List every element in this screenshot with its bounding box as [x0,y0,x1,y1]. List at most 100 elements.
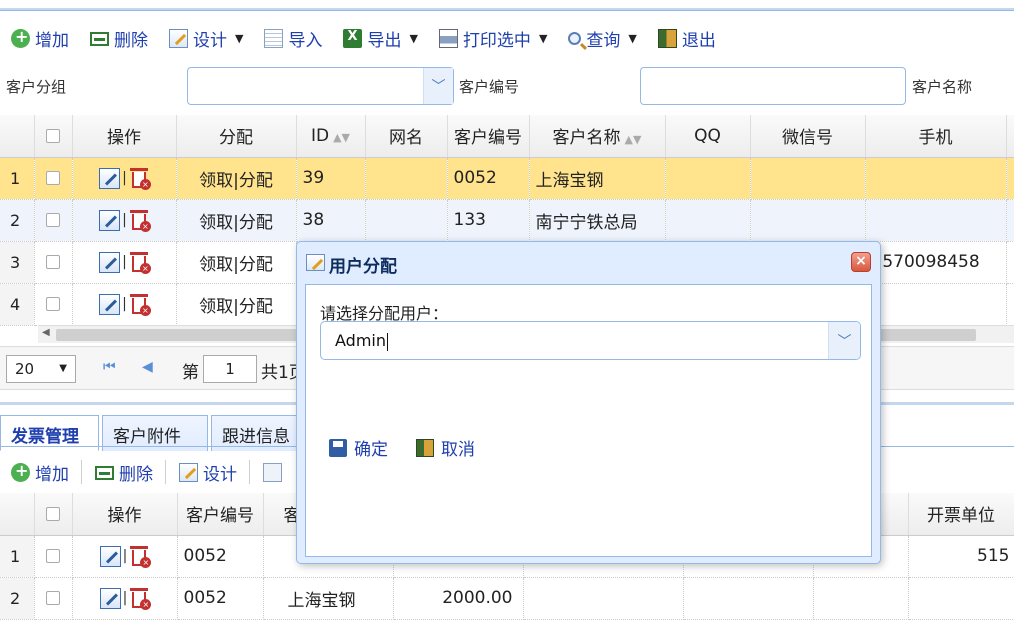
col-header-code[interactable]: 客户编号 [177,493,264,536]
text-cursor [387,332,388,351]
invoice-design-button[interactable]: 设计 [168,457,247,487]
first-page-icon[interactable]: ⏮ [103,359,116,375]
row-checkbox[interactable] [34,283,73,326]
close-button[interactable]: × [851,252,871,272]
cell-code: 0052 [177,577,264,620]
search-icon [568,31,582,45]
customer-group-select[interactable]: ﹀ [187,67,454,105]
excel-export-icon [343,28,363,48]
edit-icon[interactable] [99,545,121,567]
invoice-add-button[interactable]: 增加 [0,457,79,487]
select-all-checkbox[interactable] [34,115,73,158]
chevron-down-icon: ▼ [59,363,67,374]
col-header-nick[interactable]: 网名 [365,115,448,158]
assign-link[interactable]: 领取|分配 [176,241,297,284]
selected-user-text: Admin [335,331,386,350]
select-all-checkbox[interactable] [34,493,73,536]
row-checkbox[interactable] [34,577,73,620]
cell-qq [665,199,751,242]
design-icon [179,462,198,482]
invoice-copy-button[interactable] [252,457,297,487]
edit-icon[interactable] [99,167,121,189]
edit-icon[interactable] [99,293,121,315]
invoice-delete-button[interactable]: 删除 [84,457,163,487]
query-button[interactable]: 查询 ▼ [557,23,646,53]
col-header-unit[interactable]: 开票单位 [908,493,1014,536]
trash-icon[interactable]: × [129,208,151,232]
col-header-code[interactable]: 客户编号 [447,115,530,158]
user-assign-dialog: 用户分配 × 请选择分配用户： Admin ﹀ 确定 取消 [296,241,881,564]
scroll-left-icon[interactable]: ◀ [42,327,50,338]
trash-icon[interactable]: × [129,586,152,610]
delete-icon [95,466,114,480]
row-ops: | × [72,283,177,326]
row-ops: | × [72,157,177,200]
toolbar-separator [249,460,250,484]
edit-icon[interactable] [99,209,121,231]
save-icon [329,438,347,457]
cell-code: 133 [447,199,530,242]
table-row[interactable]: 2 | × 0052 上海宝钢 2000.00 [0,577,1014,620]
col-header-assign[interactable]: 分配 [176,115,297,158]
printer-icon [438,28,458,48]
cell-mobile: 3570098458 [865,241,1007,284]
cancel-button[interactable]: 取消 [416,435,475,460]
col-header-qq[interactable]: QQ [665,115,751,158]
assign-link[interactable]: 领取|分配 [176,199,297,242]
trash-icon[interactable]: × [129,544,152,568]
edit-icon[interactable] [99,251,121,273]
col-header-name[interactable]: 客户名称 ▲▼ [529,115,666,158]
table-row[interactable]: 2 | × 领取|分配 38 133 南宁宁铁总局 [0,199,1014,242]
customer-code-input[interactable] [640,67,906,105]
row-ops: | × [72,535,178,578]
col-header-mobile[interactable]: 手机 [865,115,1007,158]
cell-more [1006,199,1014,242]
chevron-down-icon: ▼ [628,31,637,45]
trash-icon[interactable]: × [129,250,151,274]
chevron-down-icon[interactable]: ﹀ [828,322,860,359]
prev-page-icon[interactable]: ◀ [142,359,153,375]
export-button[interactable]: 导出▼ [332,23,427,53]
cell-name: 南宁宁铁总局 [529,199,666,242]
trash-icon[interactable]: × [129,166,151,190]
cell-qq [665,157,751,200]
top-border [0,8,1014,11]
col-header-id[interactable]: ID ▲▼ [296,115,366,158]
row-checkbox[interactable] [34,199,73,242]
cell-code: 0052 [447,157,530,200]
row-checkbox[interactable] [34,241,73,284]
row-number: 4 [0,283,35,326]
col-header-more [1006,115,1014,158]
cell-more [1006,241,1014,284]
import-button[interactable]: 导入 [253,23,332,53]
col-header-wechat[interactable]: 微信号 [750,115,866,158]
row-number: 1 [0,157,35,200]
page-number-input[interactable]: 1 [203,355,257,383]
cell-more [1006,157,1014,200]
exit-icon [657,28,677,48]
page-size-select[interactable]: 20 ▼ [6,355,76,383]
print-selected-button[interactable]: 打印选中 ▼ [428,23,557,53]
exit-button[interactable]: 退出 [647,23,726,53]
confirm-button[interactable]: 确定 [329,435,388,460]
row-number: 1 [0,535,35,578]
cell-empty [523,577,684,620]
edit-icon[interactable] [99,587,121,609]
delete-button[interactable]: 删除 [79,23,158,53]
trash-icon[interactable]: × [129,292,151,316]
chevron-down-icon[interactable]: ﹀ [423,68,453,104]
cell-wechat [750,199,866,242]
row-checkbox[interactable] [34,157,73,200]
dialog-header[interactable]: 用户分配 × [297,242,880,282]
add-button[interactable]: 增加 [0,23,79,53]
table-row[interactable]: 1 | × 领取|分配 39 0052 上海宝钢 [0,157,1014,200]
chevron-down-icon: ▼ [538,31,548,45]
assign-user-value: Admin [335,331,388,351]
col-header-ops[interactable]: 操作 [72,493,178,536]
assign-link[interactable]: 领取|分配 [176,283,297,326]
assign-user-select[interactable]: Admin ﹀ [320,321,861,360]
design-button[interactable]: 设计 ▼ [158,23,253,53]
col-header-ops[interactable]: 操作 [72,115,177,158]
assign-link[interactable]: 领取|分配 [176,157,297,200]
row-checkbox[interactable] [34,535,73,578]
